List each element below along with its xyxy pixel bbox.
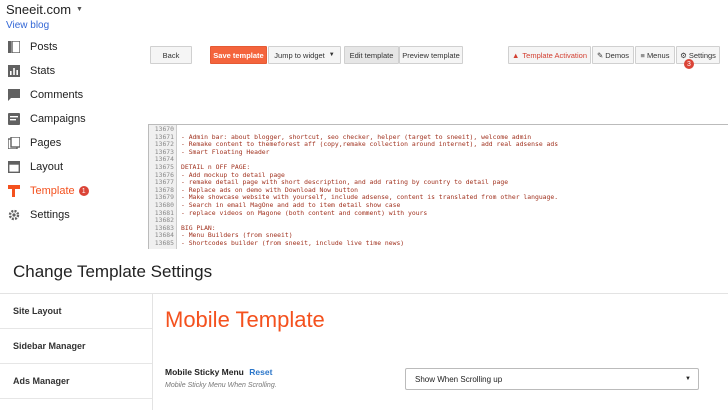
settings-button[interactable]: ⚙ Settings: [676, 46, 720, 64]
campaigns-icon: [7, 113, 20, 126]
preview-template-button[interactable]: Preview template: [399, 46, 463, 64]
template-badge: 1: [78, 186, 89, 196]
jump-to-widget-button[interactable]: Jump to widget ▼: [268, 46, 341, 64]
sidebar-item-stats[interactable]: Stats: [0, 59, 145, 83]
settings-badge: 3: [684, 59, 694, 69]
menus-label: Menus: [646, 50, 670, 60]
sidebar-item-label: Comments: [30, 89, 84, 101]
template-activation-button[interactable]: ▲ Template Activation: [508, 46, 591, 64]
caret-down-icon: ▼: [685, 376, 691, 382]
code-line: - Smart Floating Header: [181, 147, 270, 156]
template-activation-label: Template Activation: [522, 50, 588, 60]
caret-down-icon: ▼: [328, 52, 335, 58]
edit-template-button[interactable]: Edit template: [344, 46, 399, 64]
sidebar-item-pages[interactable]: Pages: [0, 131, 145, 155]
blog-title: Sneeit.com: [6, 2, 72, 17]
comments-icon: [7, 89, 20, 102]
demos-label: Demos: [605, 50, 630, 60]
page: Sneeit.com ▼ View blog Posts Stats Comme…: [0, 0, 728, 410]
select-value: Show When Scrolling up: [415, 374, 503, 384]
sidebar-item-label: Layout: [30, 161, 64, 173]
code-line: - replace videos on Magone (both content…: [181, 208, 428, 217]
sidebar-item-label: Posts: [30, 41, 58, 53]
save-template-button[interactable]: Save template: [210, 46, 267, 64]
settings-title: Change Template Settings: [13, 262, 213, 281]
sidebar-item-posts[interactable]: Posts: [0, 35, 145, 59]
sidebar-item-comments[interactable]: Comments: [0, 83, 145, 107]
pencil-icon: ✎: [596, 50, 604, 60]
code-editor[interactable]: 13670 13671 13672 13673 13674 13675 13676 13677…: [148, 124, 728, 249]
template-icon: [7, 185, 20, 198]
settings-icon: [7, 209, 20, 222]
sidebar-item-label: Settings: [30, 209, 70, 221]
code-area[interactable]: - Admin bar: about blogger, shortcut, se…: [177, 125, 728, 249]
pages-icon: [7, 137, 20, 150]
side-menu-ads-manager[interactable]: Ads Manager: [0, 364, 152, 399]
option-help-text: Mobile Sticky Menu When Scrolling.: [165, 382, 277, 389]
sidebar-item-label: Campaigns: [30, 113, 86, 125]
code-line: - Shortcodes builder (from sneeit, inclu…: [181, 238, 405, 247]
posts-icon: [7, 41, 20, 54]
sidebar-item-layout[interactable]: Layout: [0, 155, 145, 179]
sidebar-item-settings[interactable]: Settings: [0, 203, 145, 227]
settings-label: Settings: [688, 50, 716, 60]
demos-button[interactable]: ✎ Demos: [592, 46, 634, 64]
jump-to-widget-label: Jump to widget: [274, 50, 325, 60]
caret-down-icon: ▼: [76, 6, 83, 13]
blog-selector[interactable]: Sneeit.com ▼: [6, 2, 83, 17]
sidebar-item-campaigns[interactable]: Campaigns: [0, 107, 145, 131]
sidebar-item-label: Pages: [30, 137, 62, 149]
settings-side-menu: Site Layout Sidebar Manager Ads Manager: [0, 294, 153, 410]
back-button[interactable]: Back: [150, 46, 192, 64]
option-label-text: Mobile Sticky Menu: [165, 367, 244, 377]
gear-icon: ⚙: [680, 50, 687, 60]
warning-icon: ▲: [511, 50, 520, 60]
sidebar-item-label: Stats: [30, 65, 56, 77]
reset-link[interactable]: Reset: [249, 367, 272, 377]
side-menu-site-layout[interactable]: Site Layout: [0, 294, 152, 329]
sidebar-item-template[interactable]: Template 1: [0, 179, 145, 203]
view-blog-link[interactable]: View blog: [6, 20, 49, 31]
section-title: Mobile Template: [165, 307, 325, 332]
side-menu-sidebar-manager[interactable]: Sidebar Manager: [0, 329, 152, 364]
menu-icon: ≡: [640, 50, 645, 60]
menus-button[interactable]: ≡ Menus: [635, 46, 675, 64]
sidebar-item-label: Template: [30, 185, 75, 197]
line-number: 13685: [154, 238, 174, 247]
option-label: Mobile Sticky Menu Reset: [165, 367, 272, 377]
sidebar-nav: Posts Stats Comments Campaigns Pages Lay…: [0, 35, 145, 227]
mobile-sticky-menu-select[interactable]: Show When Scrolling up ▼: [405, 368, 699, 390]
stats-icon: [7, 65, 20, 78]
line-number-gutter: 13670 13671 13672 13673 13674 13675 13676 13677…: [149, 125, 177, 249]
layout-icon: [7, 161, 20, 174]
